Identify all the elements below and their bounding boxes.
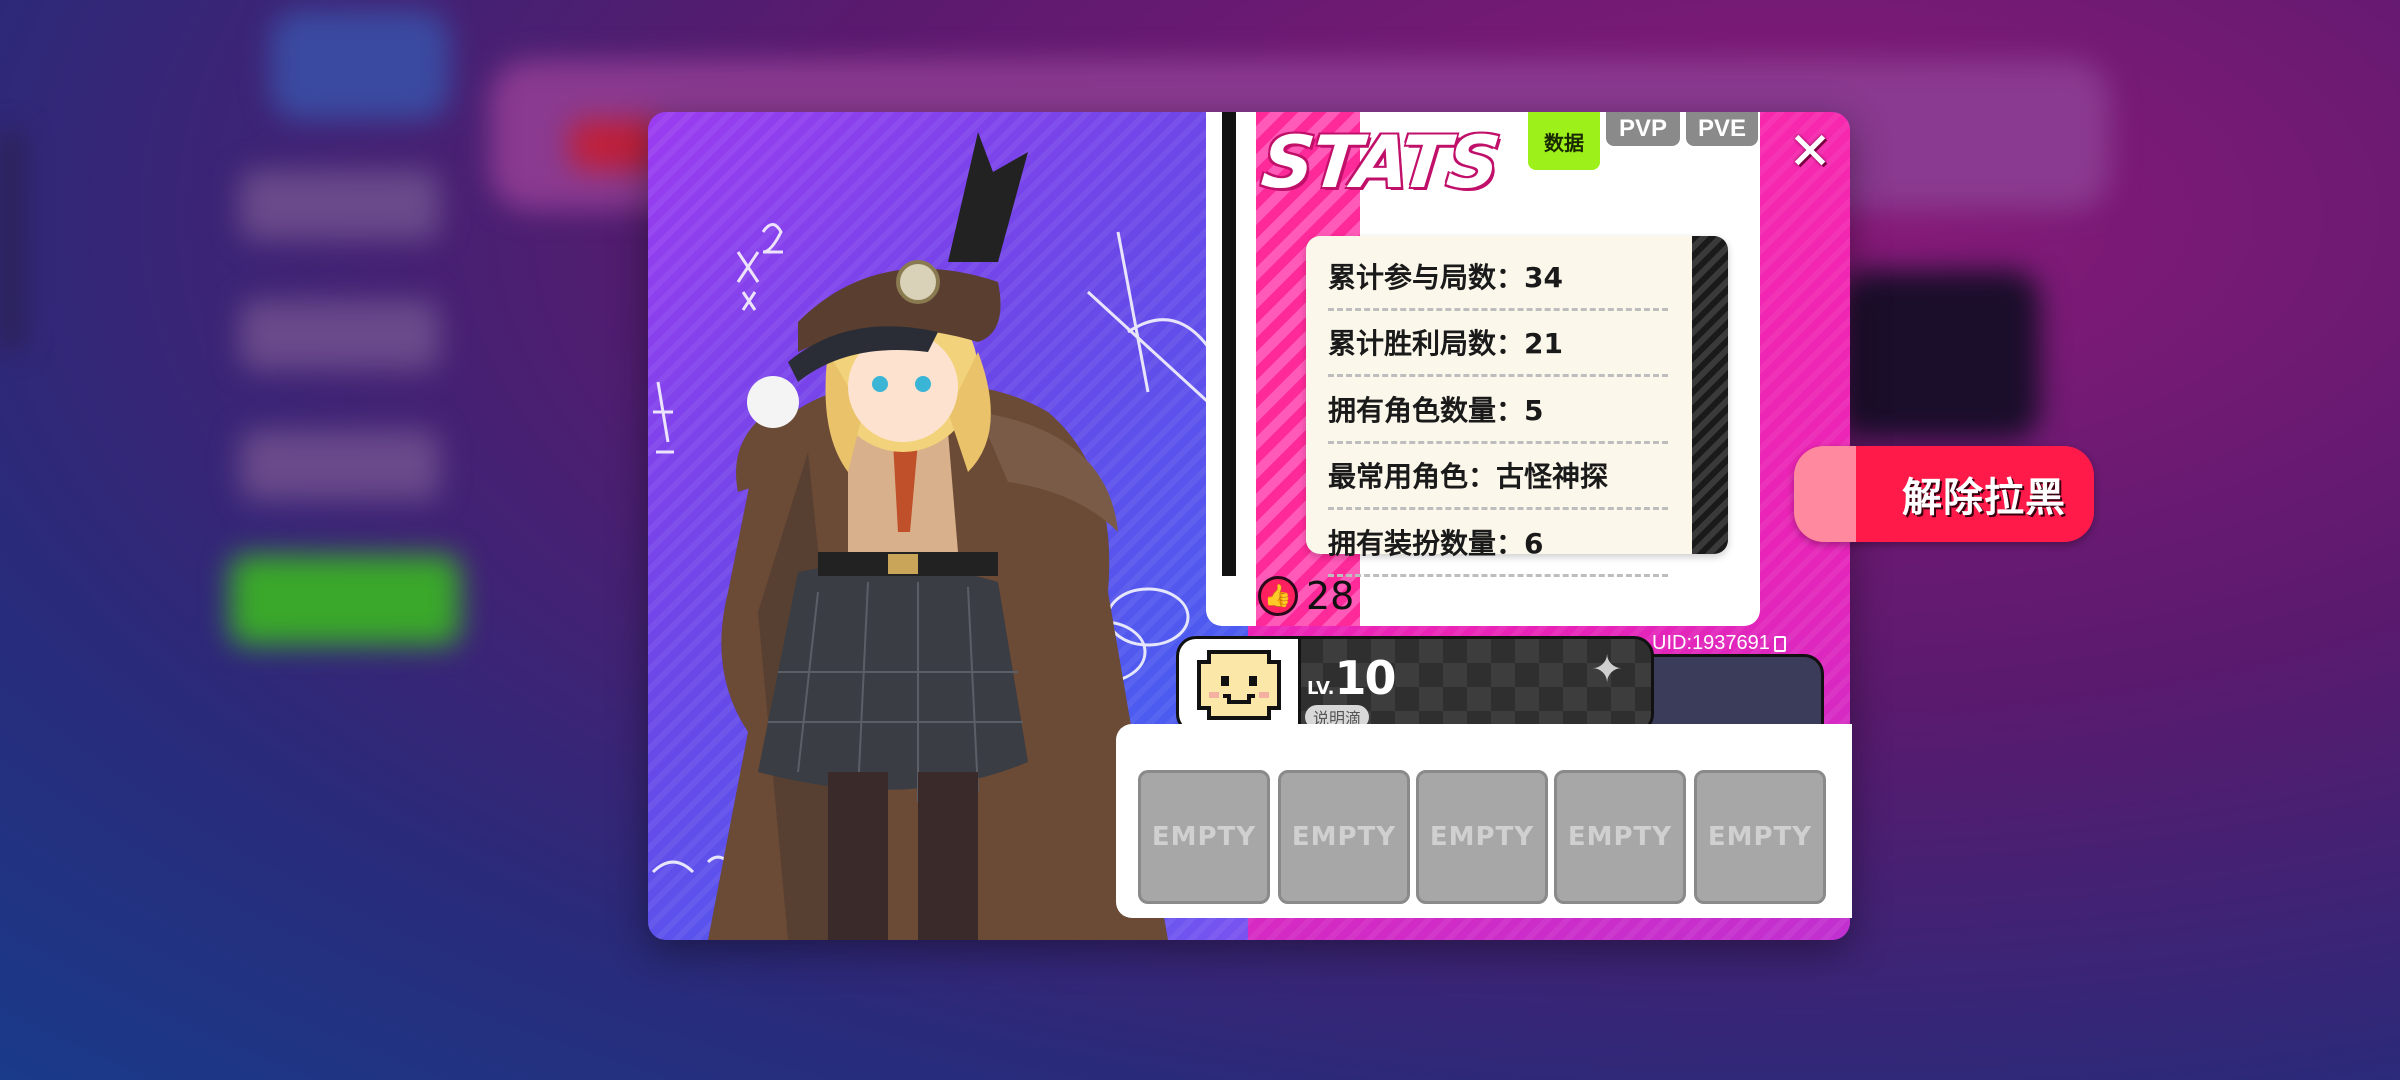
uid-text: UID:1937691 bbox=[1652, 632, 1770, 654]
thumbs-up-icon[interactable]: 👍 bbox=[1258, 576, 1298, 616]
empty-slot[interactable]: EMPTY bbox=[1694, 770, 1826, 904]
stat-games-won: 累计胜利局数：21 bbox=[1328, 311, 1668, 377]
stats-black-bar bbox=[1222, 112, 1236, 576]
level-display: LV.10 bbox=[1307, 651, 1396, 705]
empty-slot[interactable]: EMPTY bbox=[1416, 770, 1548, 904]
tab-pve[interactable]: PVE bbox=[1686, 112, 1758, 146]
stats-list-edge bbox=[1692, 236, 1728, 554]
empty-slot[interactable]: EMPTY bbox=[1554, 770, 1686, 904]
bg-menu-item bbox=[240, 300, 440, 370]
unblock-label: 解除拉黑 bbox=[1902, 475, 2066, 521]
likes-counter[interactable]: 👍 28 bbox=[1258, 574, 1354, 618]
bg-dark-panel bbox=[1840, 270, 2040, 440]
bg-banner-badge bbox=[570, 120, 660, 170]
unblock-button[interactable]: 解除拉黑 bbox=[1794, 446, 2094, 542]
like-count: 28 bbox=[1306, 574, 1355, 618]
stat-games-played: 累计参与局数：34 bbox=[1328, 244, 1668, 311]
stats-title: STATS bbox=[1257, 120, 1502, 204]
tab-data[interactable]: 数据 bbox=[1528, 112, 1600, 170]
stats-list: 累计参与局数：34 累计胜利局数：21 拥有角色数量：5 最常用角色：古怪神探 … bbox=[1306, 236, 1728, 577]
level-number: 10 bbox=[1334, 651, 1396, 705]
level-prefix: LV. bbox=[1307, 678, 1335, 699]
stat-outfits-owned: 拥有装扮数量：6 bbox=[1328, 510, 1668, 577]
uid-label[interactable]: UID:1937691 bbox=[1652, 632, 1786, 655]
sparkle-icon: ✦ bbox=[1591, 647, 1623, 691]
avatar[interactable] bbox=[1179, 639, 1301, 731]
stat-characters-owned: 拥有角色数量：5 bbox=[1328, 377, 1668, 444]
empty-slot[interactable]: EMPTY bbox=[1138, 770, 1270, 904]
player-bar: LV.10 说明滴 ✦ bbox=[1176, 636, 1654, 734]
bg-menu-item bbox=[240, 170, 440, 240]
smiley-face-icon bbox=[1196, 650, 1281, 720]
bg-menu-item bbox=[240, 430, 440, 500]
stat-favorite-character: 最常用角色：古怪神探 bbox=[1328, 444, 1668, 510]
empty-slot[interactable]: EMPTY bbox=[1278, 770, 1410, 904]
bg-menu-item-green bbox=[230, 555, 460, 645]
bg-side-tab bbox=[0, 130, 22, 350]
bg-avatar-shape bbox=[270, 10, 450, 120]
copy-icon[interactable] bbox=[1773, 635, 1786, 652]
close-button[interactable]: ✕ bbox=[1784, 122, 1836, 182]
tab-pvp[interactable]: PVP bbox=[1606, 112, 1680, 146]
